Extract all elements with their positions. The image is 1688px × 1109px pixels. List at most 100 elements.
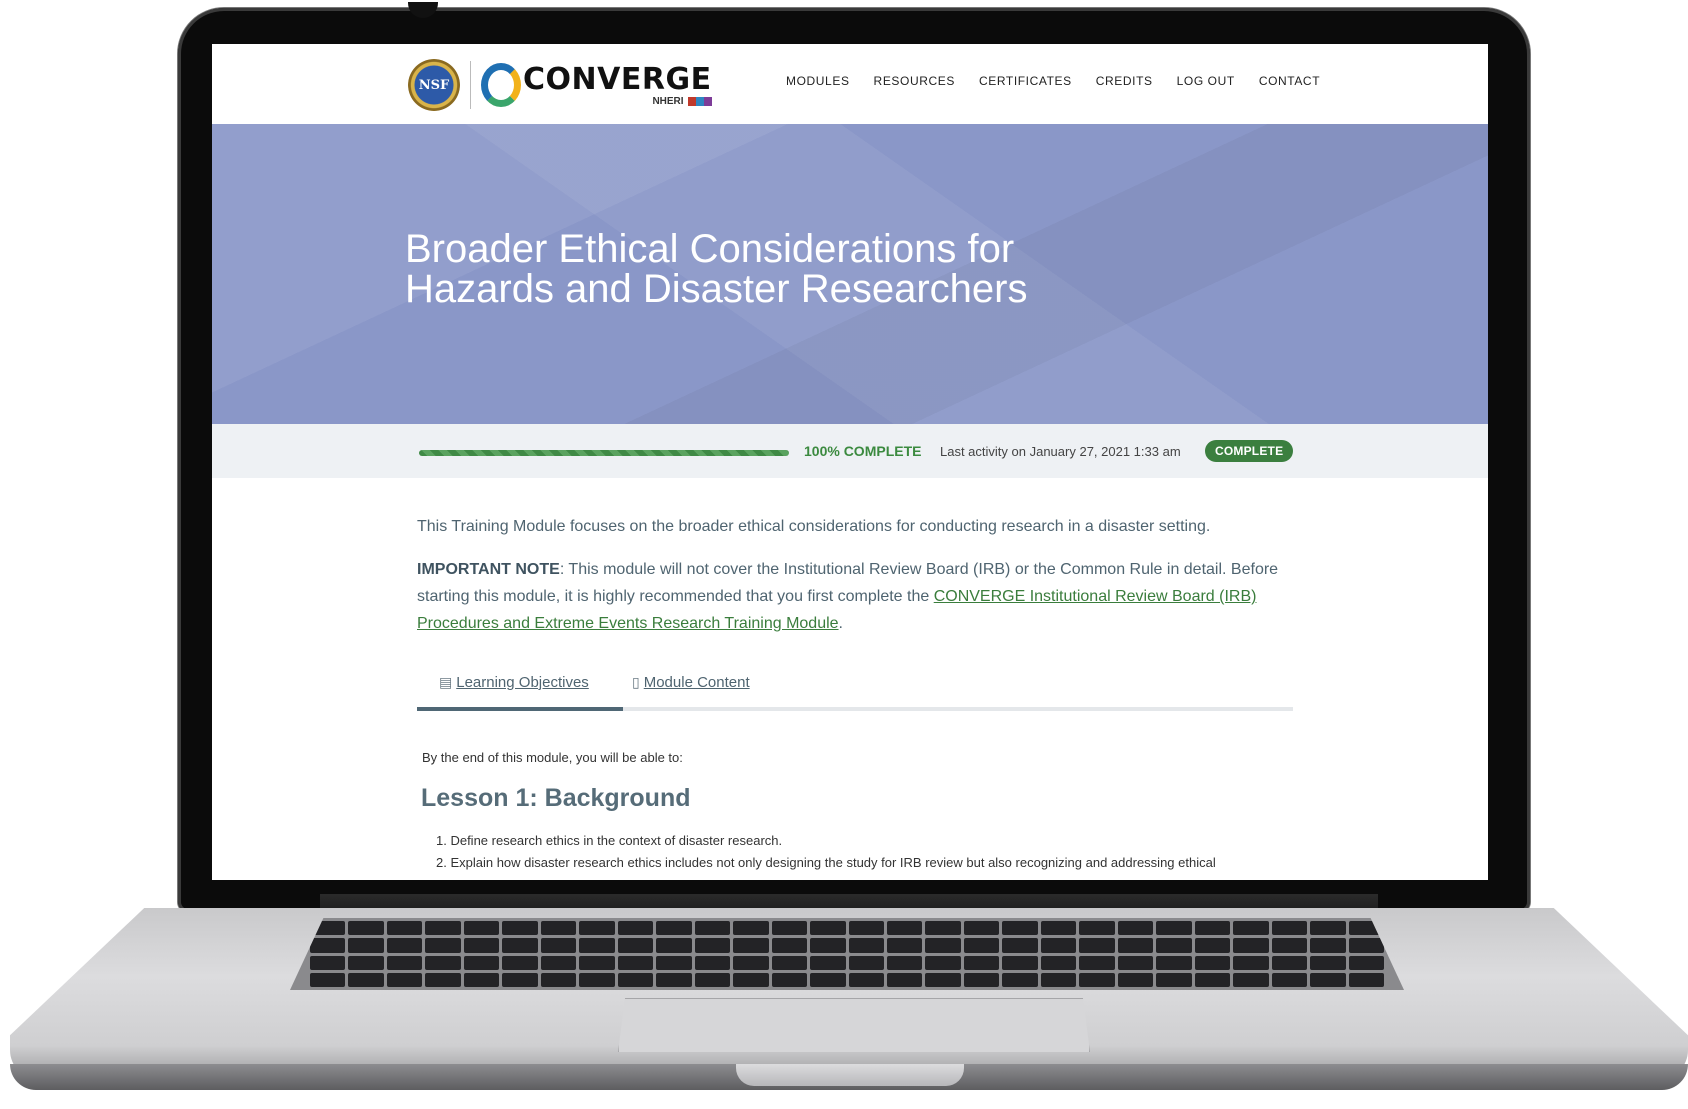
keyboard-key: [1348, 938, 1384, 953]
keyboard-key: [463, 938, 500, 953]
keyboard-key: [656, 972, 692, 987]
keyboard-key: [1310, 972, 1346, 987]
keyboard-key: [348, 955, 384, 970]
keyboard-key: [963, 972, 1000, 987]
keyboard-key: [886, 938, 923, 953]
keyboard-key: [694, 921, 731, 936]
nsf-seal-logo: NSF: [408, 59, 460, 111]
keyboard-key: [963, 921, 1000, 936]
nav-log-out[interactable]: LOG OUT: [1177, 74, 1235, 88]
keyboard-key: [771, 938, 808, 953]
keyboard-key: [1233, 938, 1269, 953]
brand-subtitle: NHERI: [652, 96, 712, 107]
keyboard-key: [617, 972, 654, 987]
keyboard-key: [425, 972, 461, 987]
keyboard-key: [579, 921, 615, 936]
keyboard-key: [771, 921, 808, 936]
converge-ring-icon: [481, 63, 521, 107]
keyboard-key: [540, 972, 577, 987]
keyboard-key: [1002, 972, 1038, 987]
keyboard-key: [1040, 921, 1077, 936]
keyboard-key: [1271, 955, 1308, 970]
keyboard-key: [1348, 955, 1384, 970]
nsf-seal-text: NSF: [418, 77, 450, 93]
brand-block: CONVERGE NHERI: [523, 61, 712, 107]
keyboard-key: [1156, 955, 1192, 970]
tab-module-content[interactable]: ▯ Module Content: [632, 674, 750, 691]
progress-bar-fill: [419, 450, 789, 456]
keyboard-key: [425, 921, 461, 936]
keyboard-key: [348, 938, 384, 953]
keyboard-key: [1040, 972, 1077, 987]
keyboard-key: [502, 921, 538, 936]
list-item: 1. Define research ethics in the context…: [436, 833, 783, 848]
keyboard-key: [1079, 938, 1115, 953]
keyboard-key: [733, 955, 769, 970]
keyboard-key: [502, 972, 538, 987]
keyboard-key: [1117, 938, 1154, 953]
module-intro: This Training Module focuses on the broa…: [417, 518, 1211, 535]
module-tabs: ▤ Learning Objectives ▯ Module Content: [417, 674, 1293, 714]
main-nav: MODULES RESOURCES CERTIFICATES CREDITS L…: [786, 74, 1320, 88]
keyboard-key: [810, 938, 846, 953]
keyboard-key: [771, 972, 808, 987]
keyboard-key: [1079, 955, 1115, 970]
keyboard-key: [348, 972, 384, 987]
page-title: Broader Ethical Considerations for Hazar…: [405, 229, 1045, 309]
keyboard-key: [425, 955, 461, 970]
tab-active-indicator: [417, 707, 623, 711]
keyboard-key: [310, 938, 346, 953]
tab-learning-objectives[interactable]: ▤ Learning Objectives: [439, 674, 589, 691]
keyboard-key: [656, 955, 692, 970]
nav-modules[interactable]: MODULES: [786, 74, 850, 88]
keyboard-key: [925, 955, 961, 970]
hero-banner: Broader Ethical Considerations for Hazar…: [212, 124, 1488, 424]
keyboard-key: [1271, 972, 1308, 987]
progress-bar: [419, 450, 789, 456]
last-activity: Last activity on January 27, 2021 1:33 a…: [940, 444, 1181, 459]
keyboard-key: [1156, 921, 1192, 936]
keyboard-key: [1040, 955, 1077, 970]
keyboard-key: [502, 938, 538, 953]
keyboard-key: [694, 972, 731, 987]
browser-viewport: NSF CONVERGE NHERI MODULES RESOURCES CER…: [212, 44, 1488, 880]
keyboard-key: [1117, 921, 1154, 936]
keyboard-key: [386, 938, 423, 953]
tab-module-content-label: Module Content: [643, 674, 750, 691]
keyboard-key: [963, 938, 1000, 953]
page-title-line-2: Hazards and Disaster Researchers: [405, 267, 1028, 311]
keyboard-key: [925, 972, 961, 987]
keyboard-key: [1194, 955, 1231, 970]
objectives-list: 1. Define research ethics in the context…: [436, 830, 1316, 874]
keyboard-key: [1079, 921, 1115, 936]
keyboard-key: [656, 938, 692, 953]
keyboard-key: [925, 938, 961, 953]
book-icon: ▯: [632, 674, 640, 690]
brand-name: CONVERGE: [523, 61, 712, 97]
keyboard-key: [310, 972, 346, 987]
list-item: 2. Explain how disaster research ethics …: [436, 855, 1216, 870]
keyboard-key: [1117, 972, 1154, 987]
logo-area[interactable]: NSF CONVERGE NHERI: [408, 54, 712, 116]
keyboard-key: [694, 938, 731, 953]
keyboard-key: [1310, 955, 1346, 970]
nav-credits[interactable]: CREDITS: [1096, 74, 1153, 88]
keyboard-key: [1194, 972, 1231, 987]
nav-contact[interactable]: CONTACT: [1259, 74, 1320, 88]
keyboard-key: [886, 972, 923, 987]
keyboard-key: [463, 921, 500, 936]
document-icon: ▤: [439, 674, 453, 690]
keyboard-key: [733, 938, 769, 953]
nav-certificates[interactable]: CERTIFICATES: [979, 74, 1072, 88]
keyboard-key: [1194, 921, 1231, 936]
keyboard-key: [617, 955, 654, 970]
progress-percent: 100% COMPLETE: [804, 443, 922, 459]
keyboard-key: [1156, 972, 1192, 987]
keyboard-key: [848, 921, 884, 936]
camera-notch: [408, 2, 438, 18]
nav-resources[interactable]: RESOURCES: [874, 74, 955, 88]
keyboard-key: [1194, 938, 1231, 953]
keyboard-key: [1310, 938, 1346, 953]
status-badge: COMPLETE: [1205, 440, 1294, 462]
keyboard-key: [502, 955, 538, 970]
